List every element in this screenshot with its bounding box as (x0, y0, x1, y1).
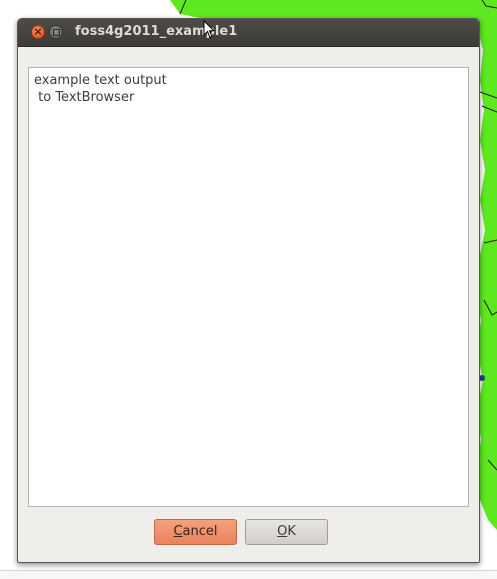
browser-line: to TextBrowser (34, 90, 135, 105)
title-bar[interactable]: × foss4g2011_example1 (18, 19, 479, 47)
ok-mnemonic: O (277, 524, 288, 539)
maximize-icon (53, 29, 60, 36)
cancel-mnemonic: C (173, 524, 183, 539)
ok-label: K (287, 524, 296, 539)
cancel-label: ancel (182, 524, 218, 539)
cancel-button[interactable]: Cancel (154, 519, 237, 545)
browser-line: example text output (34, 73, 167, 88)
maximize-button[interactable] (49, 25, 63, 39)
mouse-pointer-icon (203, 19, 216, 39)
browser-content: example text output to TextBrowser (34, 72, 167, 106)
close-icon: × (33, 25, 43, 38)
dialog-window: × foss4g2011_example1 example text outpu… (17, 18, 480, 563)
text-browser[interactable]: example text output to TextBrowser (28, 67, 469, 507)
ok-button[interactable]: OK (245, 519, 328, 545)
close-button[interactable]: × (31, 25, 45, 39)
